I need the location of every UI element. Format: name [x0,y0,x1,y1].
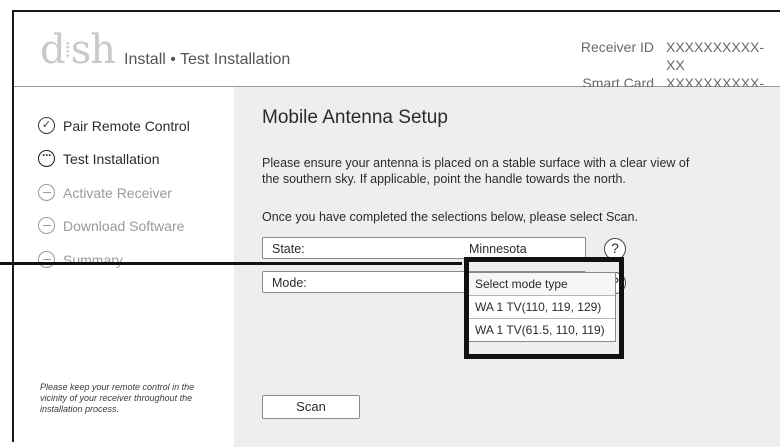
state-help-icon[interactable]: ? [604,238,626,260]
state-select[interactable]: State: Minnesota [262,237,586,259]
ellipsis-icon: ··· [38,149,55,167]
main-panel: Mobile Antenna Setup Please ensure your … [234,87,780,447]
scan-button[interactable]: Scan [262,395,360,419]
step-label: Pair Remote Control [63,117,190,134]
pending-dash-icon [38,217,55,234]
dropdown-header: Select mode type [469,273,615,295]
mode-dropdown: Select mode type WA 1 TV(110, 119, 129) … [468,272,616,342]
step-summary: Summary [38,251,123,268]
step-pair-remote: ✓ Pair Remote Control [38,117,190,134]
header-bar: d⁞sh Install • Test Installation Receive… [14,12,780,109]
setup-description: Please ensure your antenna is placed on … [262,156,690,186]
step-label: Test Installation [63,150,160,167]
callout-leader-line [0,262,462,265]
remote-note: Please keep your remote control in the v… [40,382,195,414]
step-label: Summary [63,251,123,268]
breadcrumb: Install • Test Installation [124,51,291,68]
step-test-installation: ··· Test Installation [38,149,160,167]
installer-window: d⁞sh Install • Test Installation Receive… [12,10,780,447]
step-download-software: Download Software [38,217,184,234]
state-value: Minnesota [469,242,527,256]
scan-instruction: Once you have completed the selections b… [262,210,638,224]
step-label: Download Software [63,217,185,234]
pending-dash-icon [38,184,55,201]
steps-sidebar: ✓ Pair Remote Control ··· Test Installat… [14,87,234,447]
state-label: State: [272,242,305,256]
step-activate-receiver: Activate Receiver [38,184,172,201]
receiver-id-label: Receiver ID [580,39,654,55]
step-label: Activate Receiver [63,184,172,201]
mode-option[interactable]: WA 1 TV(61.5, 110, 119) [469,318,615,341]
mode-option[interactable]: WA 1 TV(110, 119, 129) [469,295,615,318]
page-title: Mobile Antenna Setup [262,107,448,128]
pending-dash-icon [38,251,55,268]
check-icon: ✓ [38,117,55,134]
dish-logo: d⁞sh [40,27,116,73]
receiver-id-value: XXXXXXXXXX-XX [666,39,765,73]
mode-label: Mode: [272,276,307,290]
